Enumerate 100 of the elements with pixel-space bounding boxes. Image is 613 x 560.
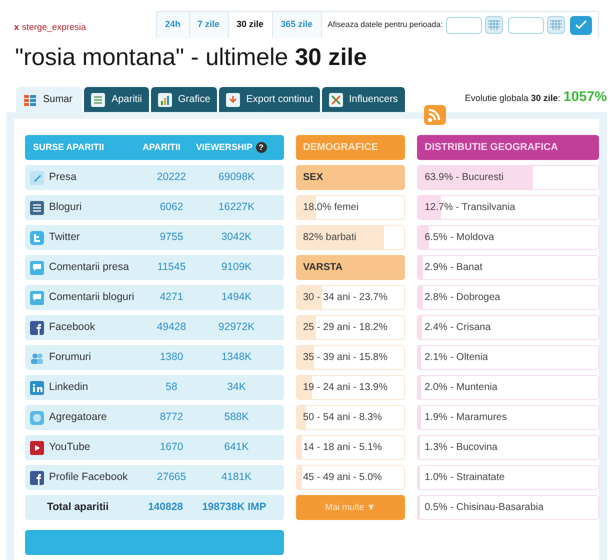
calendar-icon	[550, 20, 562, 30]
nav-tab[interactable]: Sumar	[16, 87, 82, 112]
region-label: 2.4% - Crisana	[424, 321, 492, 335]
source-name: Comentarii bloguri	[49, 290, 136, 305]
viewership-cell-text: 641K	[223, 440, 250, 455]
rss-icon[interactable]	[424, 105, 446, 125]
viewership-cell-text: 3042K	[220, 230, 253, 245]
nav-tab[interactable]: Grafice	[151, 87, 218, 112]
appearances-cell-text: 1380	[158, 350, 184, 365]
demographic-heading: SEX	[296, 165, 405, 190]
demographic-label: 82% barbati	[302, 231, 358, 245]
facebook-icon	[30, 320, 44, 334]
column-header: VIEWERSHIP	[196, 140, 253, 154]
download-icon	[226, 92, 240, 106]
checkmark-icon	[574, 20, 587, 30]
region-label: 12.7% - Transilvania	[424, 201, 516, 215]
demographic-label: 30 - 34 ani - 23.7%	[302, 291, 388, 305]
nav-tab[interactable]: Influencers	[322, 87, 405, 112]
apply-button[interactable]	[570, 16, 592, 34]
viewership-cell-text: 9109K	[220, 260, 253, 275]
region-label: 6.5% - Moldova	[424, 231, 496, 245]
column-header: APARITII	[142, 140, 182, 154]
region-label: 2.8% - Dobrogea	[424, 291, 502, 305]
close-icon: x	[14, 20, 20, 34]
source-name: Linkedin	[49, 380, 90, 395]
calendar-button[interactable]	[546, 16, 565, 34]
region-label: 2.1% - Oltenia	[424, 351, 489, 365]
region-label: 2.9% - Banat	[424, 261, 484, 275]
appearances-cell-text: 20222	[156, 170, 188, 185]
facebook-icon	[30, 470, 44, 484]
demographic-heading: VARSTA	[296, 255, 405, 280]
evolution-label: Evolutie globala 30 zile:	[464, 92, 560, 105]
link-text: sterge_expresia	[22, 20, 86, 34]
geography-header: DISTRIBUTIE GEOGRAFICA	[416, 135, 599, 160]
nav-tab[interactable]: Aparitii	[84, 87, 150, 112]
source-name: Bloguri	[49, 200, 83, 215]
region-label: 1.9% - Maramures	[424, 411, 508, 425]
demographics-header: DEMOGRAFICE	[296, 135, 405, 160]
source-name: Agregatoare	[49, 410, 108, 425]
viewership-cell-text: 1494K	[220, 290, 253, 305]
appearances-cell-text: 8772	[158, 410, 184, 425]
region-label: 1.0% - Strainatate	[424, 471, 506, 485]
end-date-field[interactable]	[508, 16, 544, 34]
linkedin-icon	[30, 380, 44, 394]
demographic-label: 25 - 29 ani - 18.2%	[302, 321, 388, 335]
pencil-icon	[30, 170, 44, 184]
speech-bubble-icon	[30, 290, 44, 304]
demographic-label: 45 - 49 ani - 5.0%	[302, 471, 383, 485]
appearances-cell-text: 1670	[158, 440, 184, 455]
calendar-icon	[488, 20, 500, 30]
appearances-cell-text: 4271	[158, 290, 184, 305]
appearances-cell-text: 6062	[158, 200, 184, 215]
demographic-label: 19 - 24 ani - 13.9%	[302, 381, 388, 395]
total-appearances: 140828	[146, 500, 184, 515]
column-header: SURSE APARITII	[33, 140, 106, 154]
viewership-cell-text: 1348K	[220, 350, 253, 365]
viewership-cell-text: 92972K	[217, 320, 256, 335]
help-icon[interactable]: ?	[256, 142, 267, 153]
source-name: Facebook	[49, 320, 96, 335]
source-name: Twitter	[49, 230, 81, 245]
appearances-cell-text: 9755	[158, 230, 184, 245]
source-name: Presa	[49, 170, 78, 185]
viewership-cell-text: 34K	[226, 380, 247, 395]
list-icon	[91, 92, 106, 106]
play-icon	[30, 440, 44, 454]
viewership-cell-text: 4181K	[220, 470, 253, 485]
viewership-cell-text: 588K	[223, 410, 250, 425]
source-name: Profile Facebook	[49, 470, 129, 485]
appearances-cell-text: 27665	[156, 470, 188, 485]
viewership-cell-text: 69098K	[217, 170, 256, 185]
region-label: 2.0% - Muntenia	[424, 381, 498, 395]
start-date-field[interactable]	[446, 16, 482, 34]
viewership-cell-text: 16227K	[217, 200, 256, 215]
period-label: Afiseaza datele pentru perioada:	[328, 19, 443, 31]
calendar-button[interactable]	[484, 16, 503, 34]
bar-chart-icon	[158, 92, 172, 106]
demographic-label: 14 - 18 ani - 5.1%	[302, 441, 383, 455]
appearances-cell-text: 49428	[156, 320, 188, 335]
demographic-label: 18.0% femei	[302, 201, 360, 215]
appearances-cell-text: 11545	[156, 260, 187, 275]
demographic-label: 50 - 54 ani - 8.3%	[302, 411, 383, 425]
table-icon	[23, 92, 37, 106]
demographic-label: 35 - 39 ani - 15.8%	[302, 351, 388, 365]
source-name: Forumuri	[49, 350, 92, 365]
region-label: 0.5% - Chisinau-Basarabia	[424, 501, 545, 515]
total-viewership: 198738K IMP	[201, 500, 268, 515]
source-name: Comentarii presa	[49, 260, 130, 275]
document-icon	[30, 200, 44, 214]
speech-bubble-icon	[30, 260, 44, 274]
people-icon	[30, 350, 44, 364]
region-label: 63.9% - Bucuresti	[424, 171, 505, 185]
total-label: Total aparitii	[46, 500, 110, 515]
nav-tab[interactable]: Export continut	[219, 87, 320, 112]
region-label: 1.3% - Bucovina	[424, 441, 498, 455]
evolution-value: 1057%	[563, 87, 607, 106]
page-title: "rosia montana" - ultimele 30 zile	[14, 43, 368, 73]
clear-expression-link[interactable]: x sterge_expresia	[0, 20, 156, 38]
cross-icon	[328, 92, 343, 106]
source-name: YouTube	[49, 440, 92, 455]
appearances-cell-text: 58	[164, 380, 178, 395]
